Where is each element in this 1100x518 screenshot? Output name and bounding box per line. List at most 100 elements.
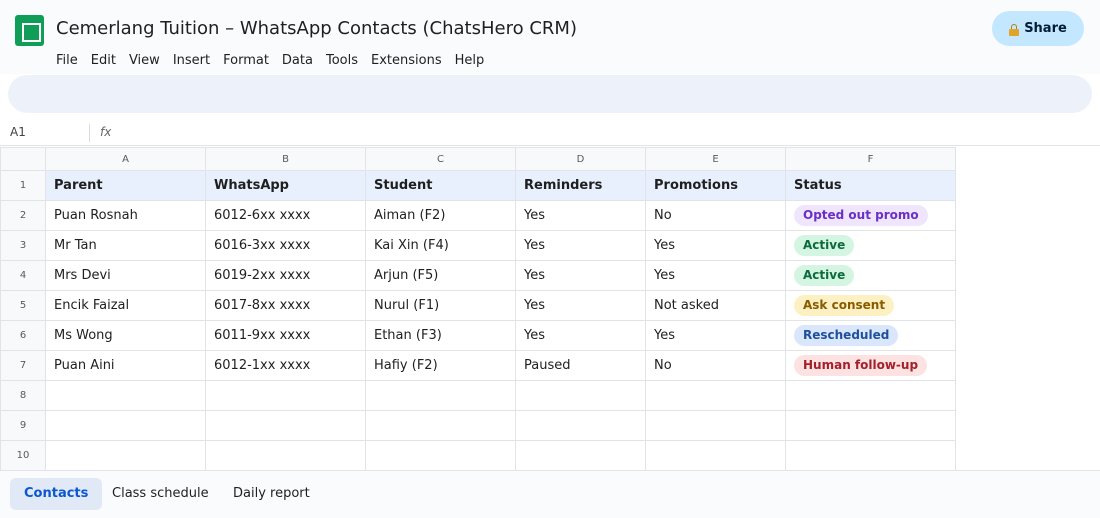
cell-whatsapp[interactable]: 6016-3xx xxxx bbox=[205, 230, 366, 261]
menu-item-tools[interactable]: Tools bbox=[326, 52, 358, 70]
select-all-corner[interactable] bbox=[0, 147, 46, 171]
cell-status[interactable]: Active bbox=[785, 260, 956, 291]
cell-promotions[interactable]: No bbox=[645, 200, 786, 231]
column-header-d[interactable]: D bbox=[515, 147, 646, 171]
cell-whatsapp[interactable]: 6012-6xx xxxx bbox=[205, 200, 366, 231]
cell-reminders[interactable]: Yes bbox=[515, 200, 646, 231]
empty-cell[interactable] bbox=[45, 380, 206, 411]
row-number[interactable]: 1 bbox=[0, 170, 46, 201]
empty-cell[interactable] bbox=[645, 380, 786, 411]
header-cell-parent[interactable]: Parent bbox=[45, 170, 206, 201]
tab-contacts[interactable]: Contacts bbox=[10, 478, 103, 510]
table-row: 7 Puan Aini 6012-1xx xxxx Hafiy (F2) Pau… bbox=[0, 350, 956, 381]
cell-parent[interactable]: Encik Faizal bbox=[45, 290, 206, 321]
tab-class-schedule[interactable]: Class schedule bbox=[98, 478, 223, 510]
tab-daily-report[interactable]: Daily report bbox=[219, 478, 324, 510]
cell-promotions[interactable]: Not asked bbox=[645, 290, 786, 321]
cell-whatsapp[interactable]: 6011-9xx xxxx bbox=[205, 320, 366, 351]
cell-reminders[interactable]: Yes bbox=[515, 320, 646, 351]
cell-student[interactable]: Ethan (F3) bbox=[365, 320, 516, 351]
empty-cell[interactable] bbox=[365, 380, 516, 411]
cell-promotions[interactable]: Yes bbox=[645, 260, 786, 291]
menu-item-help[interactable]: Help bbox=[455, 52, 485, 70]
row-number[interactable]: 2 bbox=[0, 200, 46, 231]
cell-parent[interactable]: Mr Tan bbox=[45, 230, 206, 261]
sheet-tab-bar: Contacts Class schedule Daily report bbox=[0, 470, 1100, 518]
cell-parent[interactable]: Puan Aini bbox=[45, 350, 206, 381]
column-header-f[interactable]: F bbox=[785, 147, 956, 171]
name-box[interactable]: A1 bbox=[10, 125, 26, 139]
row-number[interactable]: 8 bbox=[0, 380, 46, 411]
empty-cell[interactable] bbox=[515, 410, 646, 441]
document-title[interactable]: Cemerlang Tuition – WhatsApp Contacts (C… bbox=[56, 18, 577, 39]
empty-cell[interactable] bbox=[45, 410, 206, 441]
empty-cell[interactable] bbox=[785, 410, 956, 441]
row-number[interactable]: 3 bbox=[0, 230, 46, 261]
formula-bar: A1 fx bbox=[0, 120, 1100, 146]
empty-cell[interactable] bbox=[205, 410, 366, 441]
cell-parent[interactable]: Mrs Devi bbox=[45, 260, 206, 291]
status-badge: Opted out promo bbox=[794, 205, 928, 226]
column-header-a[interactable]: A bbox=[45, 147, 206, 171]
header-cell-student[interactable]: Student bbox=[365, 170, 516, 201]
empty-cell[interactable] bbox=[45, 440, 206, 471]
cell-status[interactable]: Active bbox=[785, 230, 956, 261]
empty-cell[interactable] bbox=[365, 440, 516, 471]
menu-item-extensions[interactable]: Extensions bbox=[371, 52, 442, 70]
empty-cell[interactable] bbox=[785, 380, 956, 411]
column-header-c[interactable]: C bbox=[365, 147, 516, 171]
empty-cell[interactable] bbox=[645, 410, 786, 441]
cell-whatsapp[interactable]: 6017-8xx xxxx bbox=[205, 290, 366, 321]
cell-parent[interactable]: Puan Rosnah bbox=[45, 200, 206, 231]
cell-whatsapp[interactable]: 6019-2xx xxxx bbox=[205, 260, 366, 291]
row-number[interactable]: 4 bbox=[0, 260, 46, 291]
cell-status[interactable]: Human follow-up bbox=[785, 350, 956, 381]
share-button[interactable]: Share bbox=[992, 11, 1084, 46]
cell-student[interactable]: Arjun (F5) bbox=[365, 260, 516, 291]
cell-whatsapp[interactable]: 6012-1xx xxxx bbox=[205, 350, 366, 381]
menu-item-insert[interactable]: Insert bbox=[173, 52, 210, 70]
header-cell-status[interactable]: Status bbox=[785, 170, 956, 201]
cell-reminders[interactable]: Paused bbox=[515, 350, 646, 381]
cell-promotions[interactable]: No bbox=[645, 350, 786, 381]
empty-cell[interactable] bbox=[205, 440, 366, 471]
table-row-empty: 10 bbox=[0, 440, 956, 471]
column-header-e[interactable]: E bbox=[645, 147, 786, 171]
empty-cell[interactable] bbox=[515, 440, 646, 471]
row-number[interactable]: 9 bbox=[0, 410, 46, 441]
table-row: 4 Mrs Devi 6019-2xx xxxx Arjun (F5) Yes … bbox=[0, 260, 956, 291]
cell-reminders[interactable]: Yes bbox=[515, 290, 646, 321]
empty-cell[interactable] bbox=[785, 440, 956, 471]
cell-reminders[interactable]: Yes bbox=[515, 230, 646, 261]
menu-item-data[interactable]: Data bbox=[282, 52, 313, 70]
empty-cell[interactable] bbox=[515, 380, 646, 411]
empty-cell[interactable] bbox=[645, 440, 786, 471]
cell-parent[interactable]: Ms Wong bbox=[45, 320, 206, 351]
header-cell-whatsapp[interactable]: WhatsApp bbox=[205, 170, 366, 201]
cell-reminders[interactable]: Yes bbox=[515, 260, 646, 291]
cell-promotions[interactable]: Yes bbox=[645, 230, 786, 261]
header-cell-reminders[interactable]: Reminders bbox=[515, 170, 646, 201]
cell-student[interactable]: Nurul (F1) bbox=[365, 290, 516, 321]
column-header-b[interactable]: B bbox=[205, 147, 366, 171]
cell-student[interactable]: Aiman (F2) bbox=[365, 200, 516, 231]
row-number[interactable]: 5 bbox=[0, 290, 46, 321]
menu-item-file[interactable]: File bbox=[56, 52, 78, 70]
empty-cell[interactable] bbox=[365, 410, 516, 441]
cell-student[interactable]: Hafiy (F2) bbox=[365, 350, 516, 381]
row-number[interactable]: 6 bbox=[0, 320, 46, 351]
cell-student[interactable]: Kai Xin (F4) bbox=[365, 230, 516, 261]
menu-item-format[interactable]: Format bbox=[223, 52, 269, 70]
sheets-logo-icon[interactable] bbox=[15, 15, 44, 46]
cell-status[interactable]: Opted out promo bbox=[785, 200, 956, 231]
cell-status[interactable]: Rescheduled bbox=[785, 320, 956, 351]
row-number[interactable]: 10 bbox=[0, 440, 46, 471]
lock-icon bbox=[1009, 23, 1020, 36]
menu-item-view[interactable]: View bbox=[129, 52, 160, 70]
empty-cell[interactable] bbox=[205, 380, 366, 411]
menu-item-edit[interactable]: Edit bbox=[91, 52, 116, 70]
header-cell-promotions[interactable]: Promotions bbox=[645, 170, 786, 201]
cell-promotions[interactable]: Yes bbox=[645, 320, 786, 351]
cell-status[interactable]: Ask consent bbox=[785, 290, 956, 321]
row-number[interactable]: 7 bbox=[0, 350, 46, 381]
